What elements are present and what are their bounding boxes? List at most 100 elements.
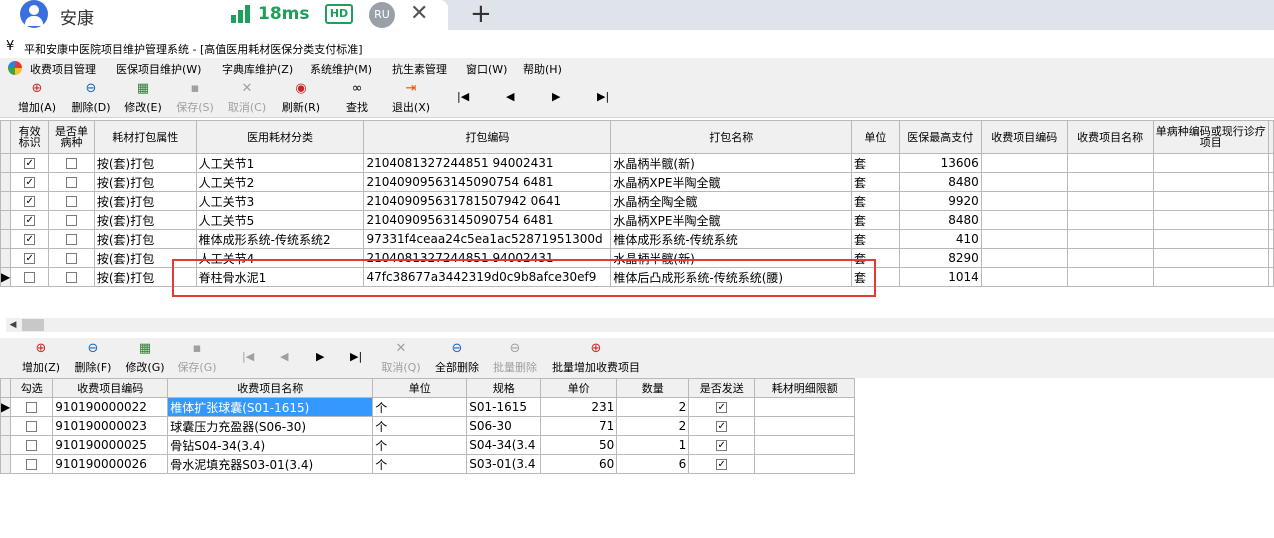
scroll-left-icon[interactable]: ◀ xyxy=(6,318,20,332)
limit-cell[interactable] xyxy=(754,435,856,455)
pack-code-cell[interactable]: 2104081327244851 94002431 xyxy=(363,153,612,173)
max-pay-cell[interactable]: 410 xyxy=(898,229,982,249)
single-disease-checkbox[interactable] xyxy=(65,253,77,264)
check-cell[interactable] xyxy=(10,416,54,436)
col-single-disease[interactable]: 是否单病种 xyxy=(48,120,95,154)
single-cell[interactable] xyxy=(48,191,95,211)
spec-cell[interactable]: S04-34(3.4 xyxy=(466,435,542,455)
col-price[interactable]: 单价 xyxy=(540,378,618,398)
ru-badge[interactable]: RU xyxy=(369,2,395,28)
detail-save-button[interactable]: ▪ 保存(G) xyxy=(172,340,222,375)
detail-delete-button[interactable]: ⊖ 删除(F) xyxy=(68,340,118,375)
menu-help[interactable]: 帮助(H) xyxy=(523,61,562,77)
charge-code-cell[interactable] xyxy=(980,210,1068,230)
disease-code-cell[interactable] xyxy=(1152,191,1269,211)
pack-name-cell[interactable]: 椎体成形系统-传统系统 xyxy=(610,229,852,249)
col-category[interactable]: 医用耗材分类 xyxy=(195,120,365,154)
sent-checkbox[interactable]: ✓ xyxy=(716,459,728,470)
max-pay-cell[interactable]: 1014 xyxy=(898,267,982,287)
detail-add-button[interactable]: ⊕ 增加(Z) xyxy=(16,340,66,375)
single-disease-checkbox[interactable] xyxy=(65,272,77,283)
detail-first-icon[interactable]: |◀ xyxy=(242,350,254,363)
row-indicator[interactable] xyxy=(0,210,12,230)
item-unit-cell[interactable]: 个 xyxy=(372,435,468,455)
charge-name-cell[interactable] xyxy=(1066,172,1154,192)
valid-cell[interactable]: ✓ xyxy=(10,210,50,230)
qty-cell[interactable]: 1 xyxy=(616,435,690,455)
single-cell[interactable] xyxy=(48,267,95,287)
row-indicator[interactable] xyxy=(0,229,12,249)
valid-cell[interactable]: ✓ xyxy=(10,191,50,211)
close-icon[interactable]: ✕ xyxy=(410,1,428,26)
row-indicator[interactable]: ▶ xyxy=(0,397,12,417)
pack-code-cell[interactable]: 210409095631781507942 0641 xyxy=(363,191,612,211)
limit-cell[interactable] xyxy=(754,416,856,436)
single-cell[interactable] xyxy=(48,210,95,230)
edit-button[interactable]: ▦ 修改(E) xyxy=(118,80,168,115)
sent-cell[interactable]: ✓ xyxy=(688,397,756,417)
single-disease-checkbox[interactable] xyxy=(65,215,77,226)
col-unit[interactable]: 单位 xyxy=(850,120,900,154)
pack-code-cell[interactable]: 97331f4ceaa24c5ea1ac52871951300d xyxy=(363,229,612,249)
valid-cell[interactable]: ✓ xyxy=(10,248,50,268)
item-code-cell[interactable]: 910190000022 xyxy=(52,397,169,417)
pack-code-cell[interactable]: 21040909563145090754 6481 xyxy=(363,172,612,192)
single-cell[interactable] xyxy=(48,153,95,173)
disease-code-cell[interactable] xyxy=(1152,248,1269,268)
batch-delete-button[interactable]: ⊖ 批量删除 xyxy=(488,340,542,375)
item-code-cell[interactable]: 910190000023 xyxy=(52,416,169,436)
charge-code-cell[interactable] xyxy=(980,191,1068,211)
row-checkbox[interactable] xyxy=(26,440,38,451)
col-qty[interactable]: 数量 xyxy=(616,378,690,398)
charge-code-cell[interactable] xyxy=(980,172,1068,192)
category-cell[interactable]: 人工关节5 xyxy=(195,210,365,230)
horizontal-scrollbar[interactable]: ◀ xyxy=(6,318,1274,332)
menu-system[interactable]: 系统维护(M) xyxy=(310,61,372,77)
valid-checkbox[interactable]: ✓ xyxy=(24,215,36,226)
sent-checkbox[interactable]: ✓ xyxy=(716,440,728,451)
row-indicator[interactable] xyxy=(0,153,12,173)
row-indicator[interactable] xyxy=(0,416,12,436)
new-tab-icon[interactable]: + xyxy=(470,0,492,29)
single-disease-checkbox[interactable] xyxy=(65,196,77,207)
charge-name-cell[interactable] xyxy=(1066,248,1154,268)
qty-cell[interactable]: 2 xyxy=(616,416,690,436)
limit-cell[interactable] xyxy=(754,397,856,417)
col-valid[interactable]: 有效标识 xyxy=(10,120,50,154)
charge-name-cell[interactable] xyxy=(1066,191,1154,211)
item-code-cell[interactable]: 910190000025 xyxy=(52,435,169,455)
detail-next-icon[interactable]: ▶ xyxy=(316,350,324,363)
max-pay-cell[interactable]: 8480 xyxy=(898,210,982,230)
charge-code-cell[interactable] xyxy=(980,229,1068,249)
menu-charge-items[interactable]: 收费项目管理 xyxy=(30,61,96,77)
price-cell[interactable]: 60 xyxy=(540,454,618,474)
col-spec[interactable]: 规格 xyxy=(466,378,542,398)
item-name-cell[interactable]: 球囊压力充盈器(S06-30) xyxy=(167,416,374,436)
pack-name-cell[interactable]: 水晶柄XPE半陶全髋 xyxy=(610,172,852,192)
charge-code-cell[interactable] xyxy=(980,248,1068,268)
disease-code-cell[interactable] xyxy=(1152,267,1269,287)
col-sent[interactable]: 是否发送 xyxy=(688,378,756,398)
save-button[interactable]: ▪ 保存(S) xyxy=(170,80,220,115)
row-indicator[interactable] xyxy=(0,191,12,211)
unit-cell[interactable]: 套 xyxy=(850,153,900,173)
delete-all-button[interactable]: ⊖ 全部删除 xyxy=(430,340,484,375)
spec-cell[interactable]: S06-30 xyxy=(466,416,542,436)
find-button[interactable]: ∞ 查找 xyxy=(332,80,382,115)
charge-code-cell[interactable] xyxy=(980,153,1068,173)
sent-cell[interactable]: ✓ xyxy=(688,454,756,474)
col-charge-code[interactable]: 收费项目编码 xyxy=(980,120,1068,154)
col-pack-code[interactable]: 打包编码 xyxy=(363,120,612,154)
category-cell[interactable]: 椎体成形系统-传统系统2 xyxy=(195,229,365,249)
max-pay-cell[interactable]: 9920 xyxy=(898,191,982,211)
col-limit[interactable]: 耗材明细限额 xyxy=(754,378,856,398)
prev-record-icon[interactable]: ◀ xyxy=(506,90,514,103)
table-row[interactable]: ▶ 910190000022 椎体扩张球囊(S01-1615) 个 S01-1615 23… xyxy=(0,397,856,417)
item-name-cell[interactable]: 椎体扩张球囊(S01-1615) xyxy=(167,397,374,417)
col-pack-name[interactable]: 打包名称 xyxy=(610,120,852,154)
item-unit-cell[interactable]: 个 xyxy=(372,454,468,474)
menu-antibiotics[interactable]: 抗生素管理 xyxy=(392,61,447,77)
table-row[interactable]: 910190000026 骨水泥填充器S03-01(3.4) 个 S03-01(3.4… xyxy=(0,454,856,474)
table-row[interactable]: ✓ 按(套)打包 椎体成形系统-传统系统2 97331f4ceaa24c5ea1ac5… xyxy=(0,229,1274,249)
valid-cell[interactable]: ✓ xyxy=(10,153,50,173)
